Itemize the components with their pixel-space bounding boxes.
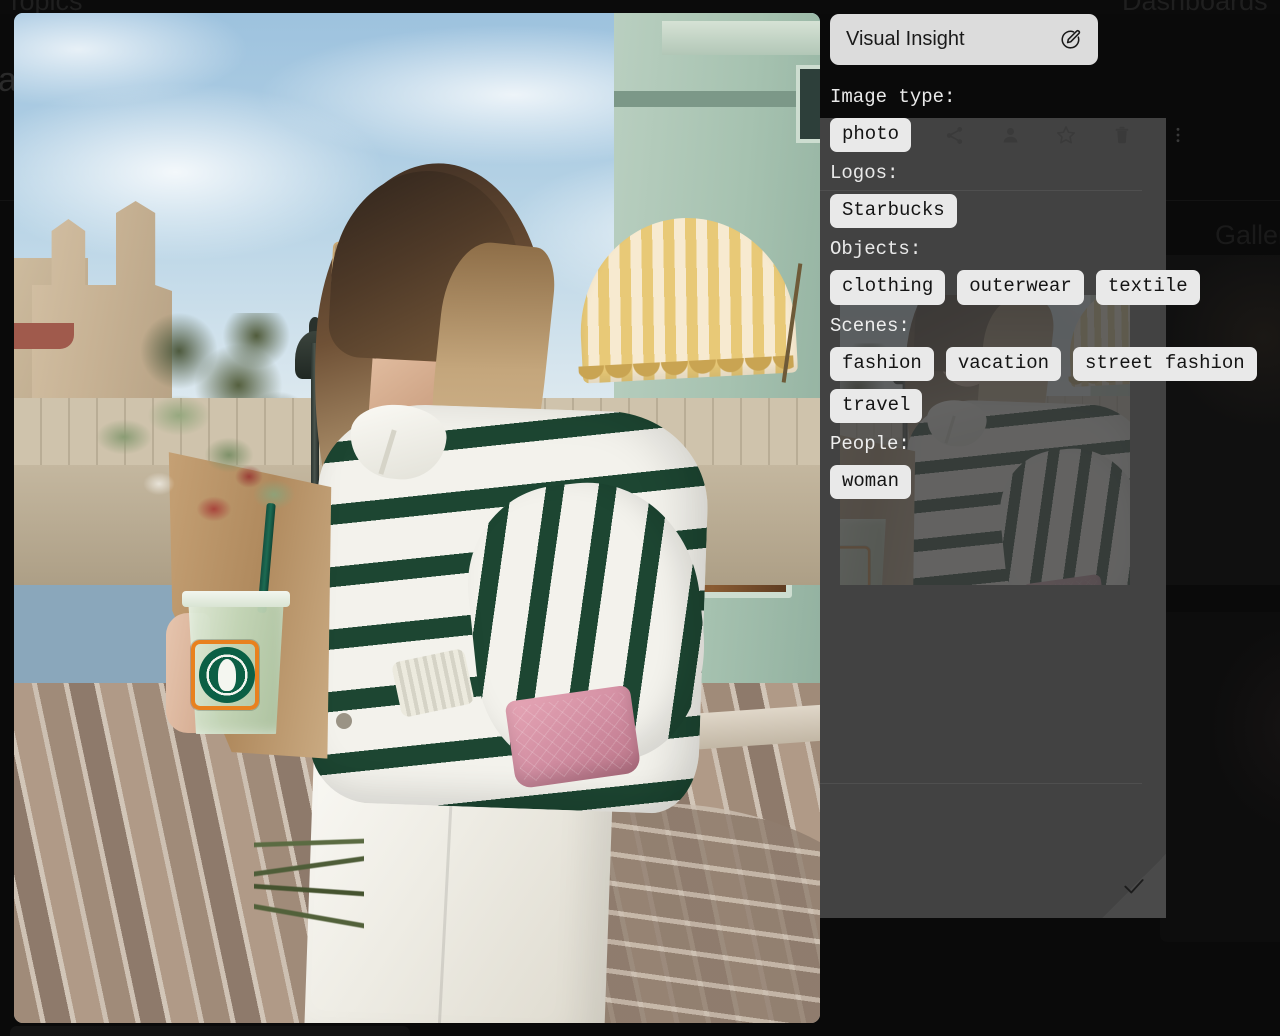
share-icon[interactable]	[943, 124, 965, 146]
section-people: People: woman	[830, 433, 1270, 499]
photo-flowers	[74, 383, 324, 563]
tag-woman[interactable]: woman	[830, 465, 911, 499]
insight-sections: Image type: photo	[830, 86, 1270, 509]
confirm-checkmark-button[interactable]	[1102, 854, 1166, 918]
tag-row-logos: Starbucks	[830, 194, 1270, 228]
trash-icon[interactable]	[1111, 124, 1133, 146]
tag-travel[interactable]: travel	[830, 389, 922, 423]
tag-fashion[interactable]: fashion	[830, 347, 934, 381]
tag-row-objects: clothing outerwear textile	[830, 270, 1270, 304]
action-icon-row	[943, 124, 1189, 146]
section-label-people: People:	[830, 433, 1270, 455]
check-icon	[1121, 873, 1147, 899]
section-objects: Objects: clothing outerwear textile	[830, 238, 1270, 304]
edit-pencil-circle-icon[interactable]	[1059, 28, 1082, 51]
background-thumbnail[interactable]	[10, 1026, 410, 1036]
logo-detection-box[interactable]	[191, 640, 259, 710]
photo-pink-handbag	[504, 685, 641, 790]
tag-clothing[interactable]: clothing	[830, 270, 945, 304]
tag-textile[interactable]: textile	[1096, 270, 1200, 304]
background-label-dashboards: Dashboards	[1122, 0, 1268, 17]
main-photo[interactable]	[14, 13, 820, 1023]
more-vertical-icon[interactable]	[1167, 124, 1189, 146]
tag-row-people: woman	[830, 465, 1270, 499]
page-title: Visual Insight	[846, 28, 1049, 51]
section-logos: Logos: Starbucks	[830, 162, 1270, 228]
photo-red-awning	[14, 323, 74, 349]
panel-divider-bottom	[820, 783, 1142, 784]
tag-outerwear[interactable]: outerwear	[957, 270, 1084, 304]
photo-jeans-button	[336, 713, 352, 729]
section-label-scenes: Scenes:	[830, 315, 1270, 337]
section-image-type: Image type: photo	[830, 86, 1270, 152]
tag-vacation[interactable]: vacation	[946, 347, 1061, 381]
tag-starbucks[interactable]: Starbucks	[830, 194, 957, 228]
section-label-image-type: Image type:	[830, 86, 1270, 108]
star-icon[interactable]	[1055, 124, 1077, 146]
section-scenes: Scenes: fashion vacation street fashion …	[830, 315, 1270, 423]
thumb-detection-box	[840, 546, 870, 585]
photo-green-band	[614, 91, 820, 107]
tag-street-fashion[interactable]: street fashion	[1073, 347, 1257, 381]
panel-title-card[interactable]: Visual Insight	[830, 14, 1098, 65]
section-label-objects: Objects:	[830, 238, 1270, 260]
app-root: Topics Dashboards Gallery a	[0, 0, 1280, 1036]
photo-green-roof	[662, 21, 820, 55]
photo-cup-lid	[182, 591, 290, 607]
person-icon[interactable]	[999, 124, 1021, 146]
tag-photo[interactable]: photo	[830, 118, 911, 152]
photo-green-window	[796, 65, 820, 143]
photo-flower-stems	[254, 753, 364, 983]
background-topbar	[0, 0, 1280, 14]
tag-row-scenes: fashion vacation street fashion travel	[830, 347, 1270, 423]
tag-row-image-type: photo	[830, 118, 1270, 152]
section-label-logos: Logos:	[830, 162, 1270, 184]
background-thumbnail[interactable]	[1160, 612, 1280, 942]
